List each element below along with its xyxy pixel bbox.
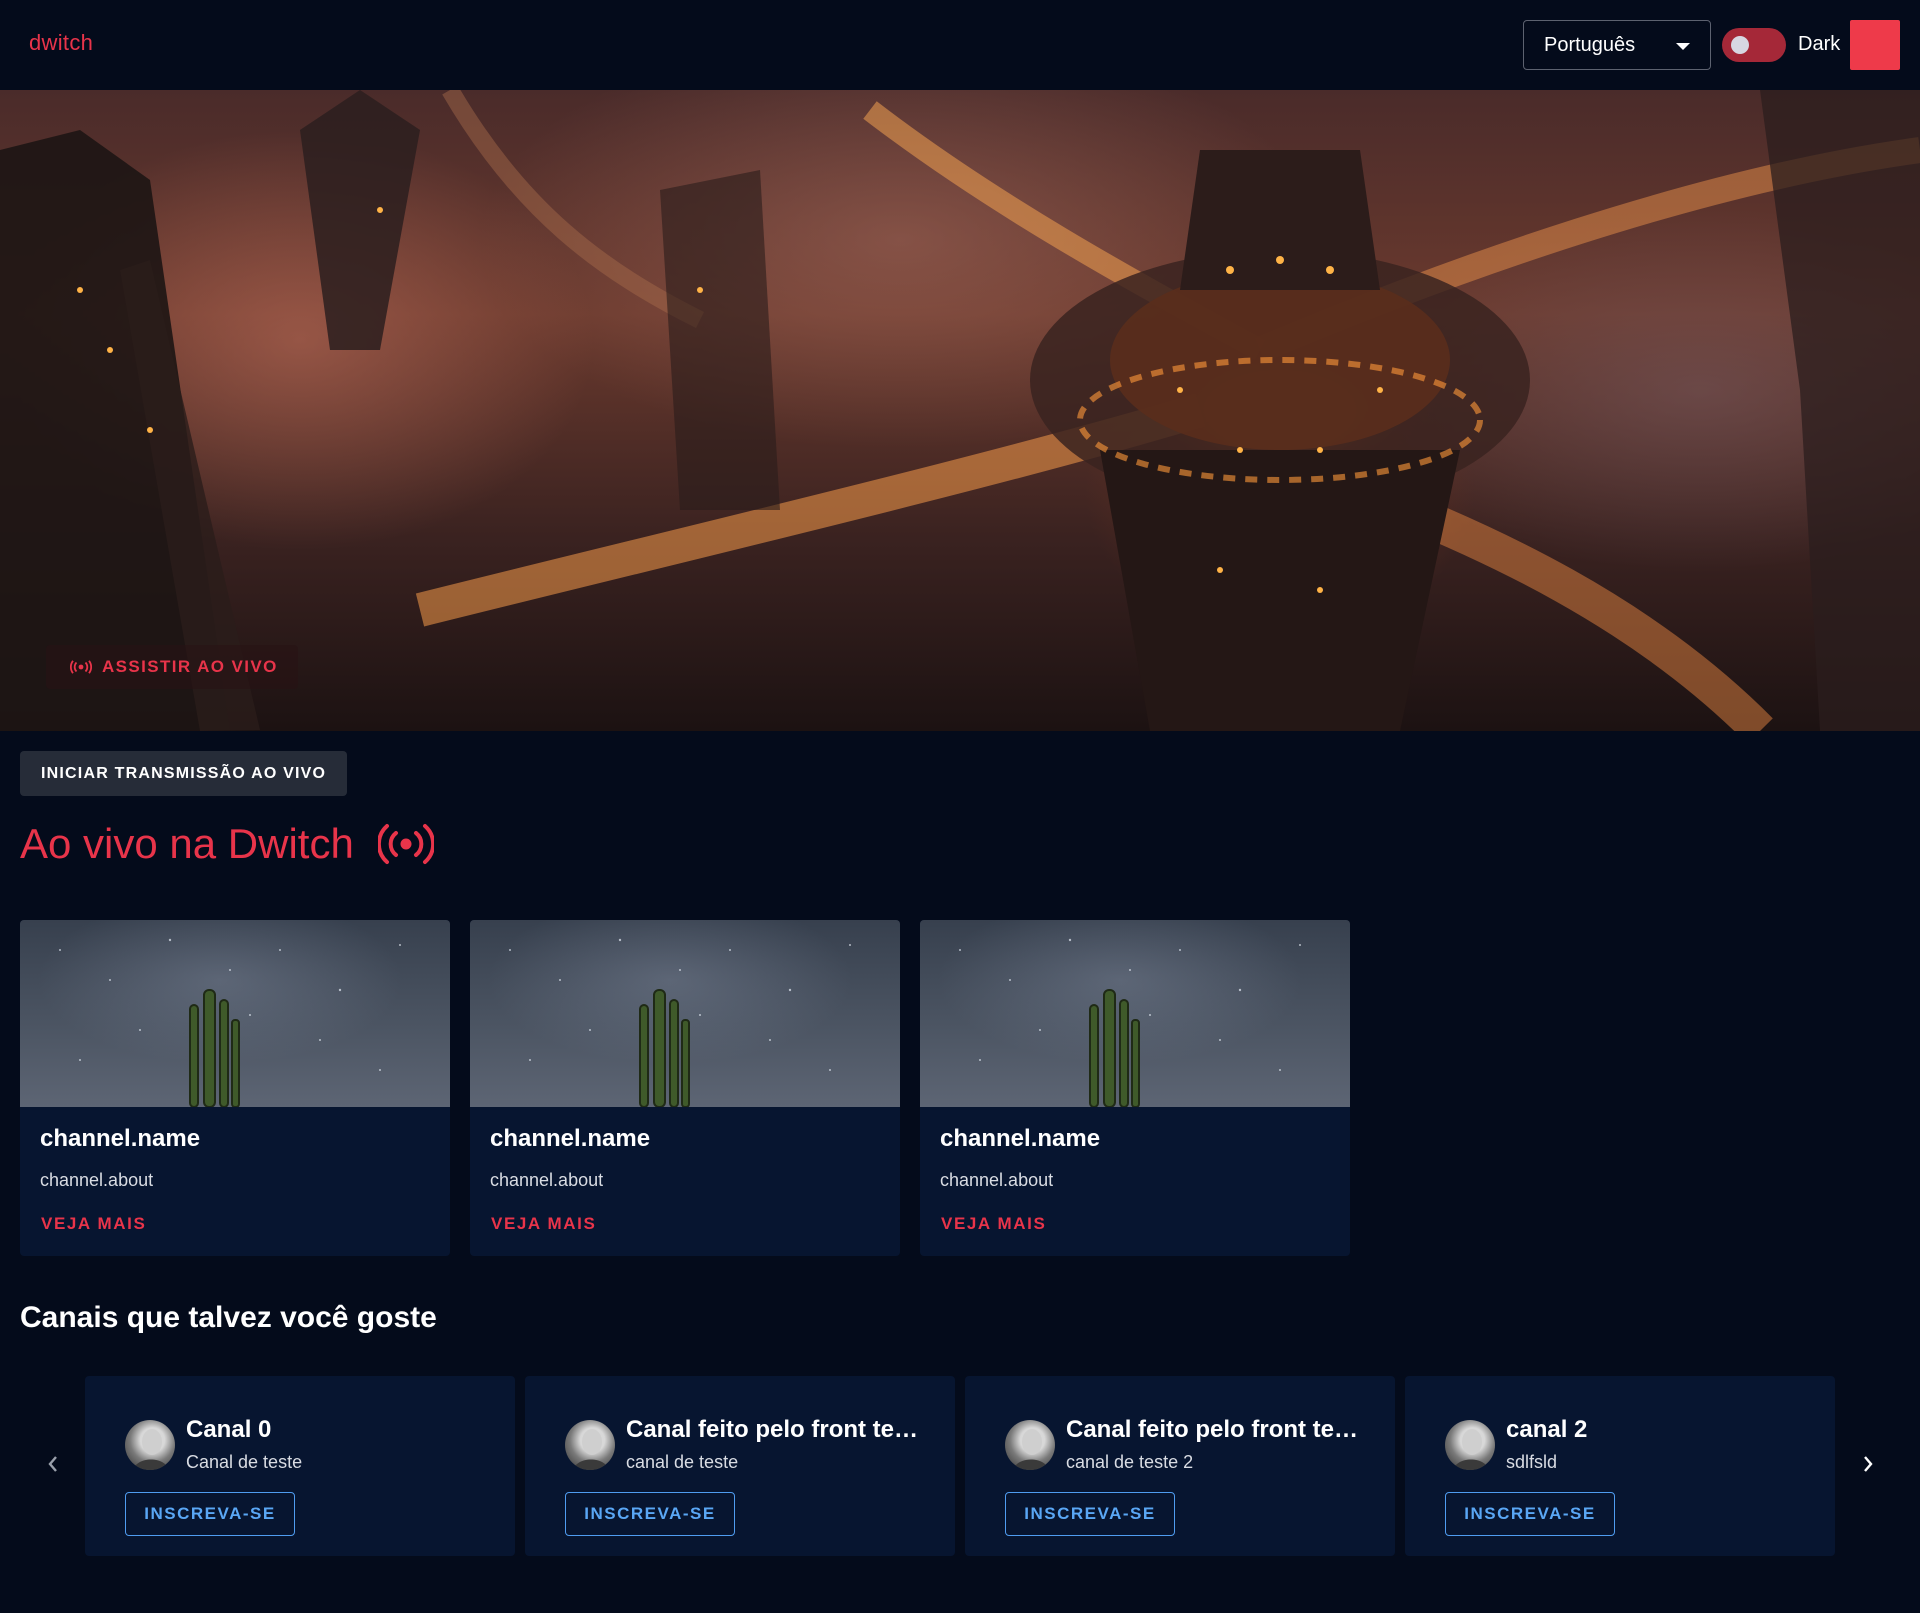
avatar [565,1420,615,1470]
caret-down-icon [1676,43,1690,50]
start-stream-button[interactable]: INICIAR TRANSMISSÃO AO VIVO [20,751,348,796]
channel-name: channel.name [40,1125,201,1152]
watch-live-label: ASSISTIR AO VIVO [102,657,278,676]
recommended-section-title: Canais que talvez você goste [20,1301,437,1334]
theme-toggle[interactable] [1722,28,1786,62]
channel-description: canal de teste 2 [1066,1452,1194,1472]
subscribe-button[interactable]: INSCREVA-SE [1445,1492,1615,1536]
live-section-header: Ao vivo na Dwitch [20,820,434,868]
channel-description: Canal de teste [186,1452,303,1472]
chevron-right-icon [1864,1456,1873,1472]
language-select[interactable]: Português [1523,20,1711,70]
subscribe-button[interactable]: INSCREVA-SE [565,1492,735,1536]
watch-live-button[interactable]: ASSISTIR AO VIVO [46,645,298,689]
channel-name: Canal 0 [186,1416,272,1443]
recommended-channel-card[interactable]: Canal 0 Canal de teste INSCREVA-SE [85,1376,515,1556]
recommended-channel-card[interactable]: canal 2 sdlfsld INSCREVA-SE [1405,1376,1835,1556]
avatar [125,1420,175,1470]
channel-description: canal de teste [626,1452,739,1472]
channel-description: sdlfsld [1506,1452,1558,1472]
recommended-channel-card[interactable]: Canal feito pelo front teste canal de te… [525,1376,955,1556]
channel-thumbnail [20,920,450,1107]
channel-about: channel.about [940,1170,1054,1190]
channel-name: canal 2 [1506,1416,1588,1443]
live-section-title: Ao vivo na Dwitch [20,820,354,867]
user-menu-button[interactable] [1850,20,1900,70]
channel-about: channel.about [490,1170,604,1190]
logo[interactable]: dwitch [29,30,93,56]
live-channel-card[interactable]: channel.name channel.about VEJA MAIS [20,920,450,1256]
hero-banner: ASSISTIR AO VIVO [0,90,1920,731]
channel-about: channel.about [40,1170,154,1190]
top-bar: dwitch Português Dark [0,0,1920,90]
see-more-button[interactable]: VEJA MAIS [491,1214,596,1234]
broadcast-icon [70,660,92,674]
channel-name: Canal feito pelo front teste [626,1416,926,1443]
channel-name: channel.name [940,1125,1101,1152]
subscribe-button[interactable]: INSCREVA-SE [1005,1492,1175,1536]
avatar [1445,1420,1495,1470]
channel-name: Canal feito pelo front teste [1066,1416,1366,1443]
subscribe-button[interactable]: INSCREVA-SE [125,1492,295,1536]
theme-label: Dark [1798,33,1841,55]
toggle-thumb[interactable] [1731,36,1749,54]
language-select-value: Português [1544,33,1636,56]
recommended-channel-card[interactable]: Canal feito pelo front teste canal de te… [965,1376,1395,1556]
start-stream-label: INICIAR TRANSMISSÃO AO VIVO [41,764,327,782]
see-more-button[interactable]: VEJA MAIS [41,1214,146,1234]
broadcast-icon [377,824,434,864]
recommended-carousel: Canal 0 Canal de teste INSCREVA-SE Canal… [0,1376,1920,1556]
live-channel-card[interactable]: channel.name channel.about VEJA MAIS [470,920,900,1256]
channel-name: channel.name [490,1125,651,1152]
carousel-prev-button[interactable] [35,1446,71,1482]
live-channel-list: channel.name channel.about VEJA MAIS cha… [20,920,1360,1256]
avatar [1005,1420,1055,1470]
live-channel-card[interactable]: channel.name channel.about VEJA MAIS [920,920,1350,1256]
channel-thumbnail [470,920,900,1107]
channel-thumbnail [920,920,1350,1107]
chevron-left-icon [48,1456,57,1472]
see-more-button[interactable]: VEJA MAIS [941,1214,1046,1234]
hero-image [0,90,1920,731]
carousel-next-button[interactable] [1850,1446,1886,1482]
